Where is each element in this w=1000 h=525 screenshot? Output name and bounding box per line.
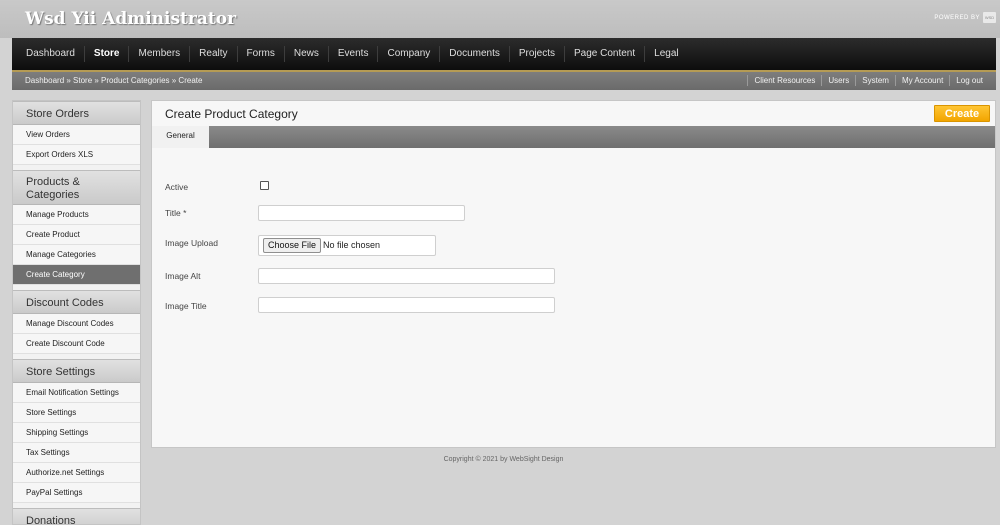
nav-item-members[interactable]: Members xyxy=(129,46,191,62)
main-panel: Create Product Category Create General A… xyxy=(151,100,996,448)
sidebar-section-discount-codes: Discount Codes xyxy=(13,290,140,314)
header: Wsd Yii Administrator POWERED BY WSD xyxy=(0,0,1000,38)
image-upload-field: Choose File No file chosen xyxy=(258,235,436,256)
sidebar-section-products-categories: Products & Categories xyxy=(13,170,140,205)
nav-item-page-content[interactable]: Page Content xyxy=(565,46,646,62)
active-label: Active xyxy=(165,182,189,192)
tab-bar: General xyxy=(152,126,995,148)
tab-general[interactable]: General xyxy=(152,126,209,148)
breadcrumb-bar: Dashboard » Store » Product Categories »… xyxy=(12,70,996,90)
sidebar: Store Orders View Orders Export Orders XLS… xyxy=(12,100,141,525)
util-link-my-account[interactable]: My Account xyxy=(894,75,949,86)
active-checkbox[interactable] xyxy=(260,181,269,190)
sidebar-item-email-notification-settings[interactable]: Email Notification Settings xyxy=(13,383,140,403)
sidebar-item-view-orders[interactable]: View Orders xyxy=(13,125,140,145)
title-input[interactable] xyxy=(258,205,465,221)
powered-by-text: POWERED BY xyxy=(934,15,980,21)
sidebar-item-authorize-net-settings[interactable]: Authorize.net Settings xyxy=(13,463,140,483)
nav-item-forms[interactable]: Forms xyxy=(238,46,285,62)
nav-item-store[interactable]: Store xyxy=(85,46,130,62)
sidebar-item-manage-categories[interactable]: Manage Categories xyxy=(13,245,140,265)
sidebar-section-store-settings: Store Settings xyxy=(13,359,140,383)
sidebar-item-paypal-settings[interactable]: PayPal Settings xyxy=(13,483,140,503)
nav-item-realty[interactable]: Realty xyxy=(190,46,238,62)
util-link-system[interactable]: System xyxy=(855,75,895,86)
choose-file-button[interactable]: Choose File xyxy=(263,238,322,253)
sidebar-section-donations: Donations xyxy=(13,508,140,524)
sidebar-item-create-product[interactable]: Create Product xyxy=(13,225,140,245)
file-status-text: No file chosen xyxy=(323,240,381,250)
nav-item-documents[interactable]: Documents xyxy=(440,46,510,62)
nav-item-company[interactable]: Company xyxy=(378,46,441,62)
sidebar-item-create-discount-code[interactable]: Create Discount Code xyxy=(13,334,140,354)
breadcrumb[interactable]: Dashboard » Store » Product Categories »… xyxy=(25,76,202,85)
create-button[interactable]: Create xyxy=(934,105,990,122)
image-alt-label: Image Alt xyxy=(165,271,201,281)
utility-links: Client Resources Users System My Account Log… xyxy=(747,75,989,86)
util-link-log-out[interactable]: Log out xyxy=(949,75,989,86)
image-alt-input[interactable] xyxy=(258,268,555,284)
nav-item-events[interactable]: Events xyxy=(329,46,379,62)
image-title-input[interactable] xyxy=(258,297,555,313)
sidebar-item-store-settings[interactable]: Store Settings xyxy=(13,403,140,423)
image-upload-label: Image Upload xyxy=(165,238,218,248)
image-title-label: Image Title xyxy=(165,301,207,311)
sidebar-section-store-orders: Store Orders xyxy=(13,101,140,125)
util-link-users[interactable]: Users xyxy=(821,75,855,86)
app-title: Wsd Yii Administrator xyxy=(25,9,237,29)
nav-item-projects[interactable]: Projects xyxy=(510,46,565,62)
sidebar-item-shipping-settings[interactable]: Shipping Settings xyxy=(13,423,140,443)
page-title: Create Product Category xyxy=(165,107,298,121)
powered-by-logo-icon: WSD xyxy=(983,12,996,23)
main-nav: Dashboard Store Members Realty Forms News Even… xyxy=(12,38,996,70)
nav-item-dashboard[interactable]: Dashboard xyxy=(17,46,85,62)
sidebar-item-tax-settings[interactable]: Tax Settings xyxy=(13,443,140,463)
nav-item-legal[interactable]: Legal xyxy=(645,46,687,62)
sidebar-item-manage-products[interactable]: Manage Products xyxy=(13,205,140,225)
nav-item-news[interactable]: News xyxy=(285,46,329,62)
footer-copyright: Copyright © 2021 by WebSight Design xyxy=(443,456,564,463)
title-label: Title * xyxy=(165,208,187,218)
sidebar-item-export-orders-xls[interactable]: Export Orders XLS xyxy=(13,145,140,165)
sidebar-item-manage-discount-codes[interactable]: Manage Discount Codes xyxy=(13,314,140,334)
util-link-client-resources[interactable]: Client Resources xyxy=(747,75,821,86)
sidebar-item-create-category[interactable]: Create Category xyxy=(13,265,140,285)
